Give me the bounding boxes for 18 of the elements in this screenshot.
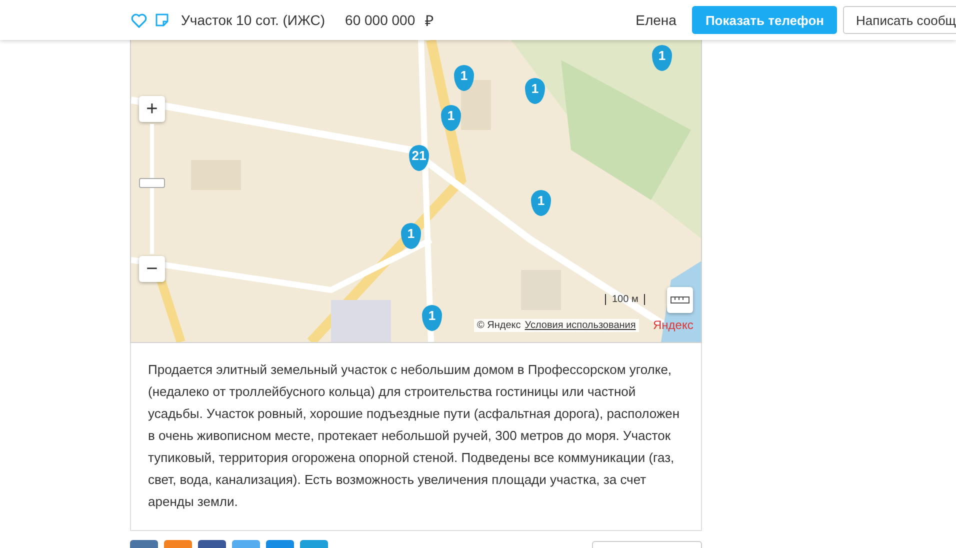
scale-label: 100 м <box>605 294 646 305</box>
zoom-in-button[interactable]: + <box>139 96 165 122</box>
description-text: Продается элитный земельный участок с небольшим домом в Профессорском уголке, (недалеко от троллейбусного кольца) для строительства гостиницы или частной усадьбы. Участок ровный, хорошие подъездные пути (асфальтная дорога), расположен в очень живописном месте, протекает небольшой ручей, 300 метров до моря. Участок тупиковый, территория огорожена опорной стеной. Подведены все коммуникации (газ, свет, вода, канализация). Есть возможность увеличения площади участка, за счет аренды земли. <box>148 361 681 511</box>
zoom-out-button[interactable]: − <box>139 256 165 282</box>
seller-name: Елена <box>636 12 676 28</box>
ruler-icon <box>670 296 690 304</box>
currency-sign: ₽ <box>425 12 434 30</box>
note-icon[interactable] <box>155 13 169 27</box>
copyright-text: © Яндекс <box>477 320 521 331</box>
write-message-button[interactable]: Написать сообщ <box>843 6 956 34</box>
listing-price: 60 000 000 <box>345 12 416 28</box>
map-logo: Яндекс <box>653 318 694 332</box>
ruler-button[interactable] <box>667 287 693 313</box>
terms-link[interactable]: Условия использования <box>524 320 636 331</box>
listing-title: Участок 10 сот. (ИЖС) <box>181 12 326 28</box>
show-phone-button[interactable]: Показать телефон <box>692 6 838 34</box>
zoom-slider-handle[interactable] <box>139 178 165 188</box>
favorite-heart-icon[interactable] <box>131 12 147 28</box>
